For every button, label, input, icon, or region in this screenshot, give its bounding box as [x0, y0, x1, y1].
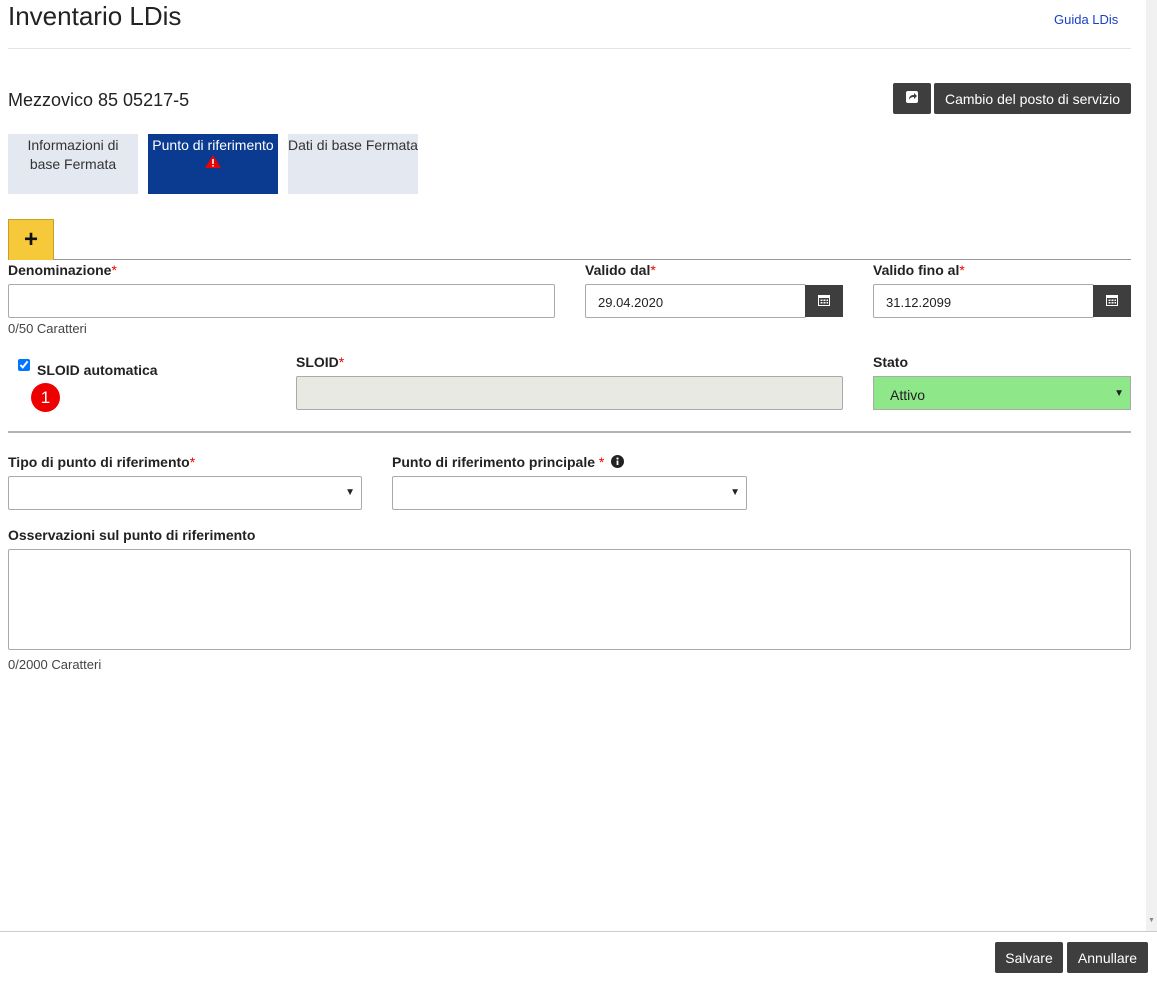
save-button[interactable]: Salvare: [995, 942, 1063, 973]
main-point-label: Punto di riferimento principale *: [392, 454, 625, 471]
type-label: Tipo di punto di riferimento*: [8, 454, 196, 470]
scroll-down-icon: ▼: [1148, 917, 1155, 924]
sloid-input: [296, 376, 843, 410]
sloid-auto-checkbox[interactable]: [18, 359, 30, 371]
chevron-down-icon: ▼: [1114, 388, 1124, 399]
station-name: Mezzovico 85 05217-5: [8, 90, 190, 110]
help-link[interactable]: Guida LDis: [1054, 12, 1118, 27]
valid-from-input[interactable]: 29.04.2020: [585, 284, 806, 318]
cancel-button[interactable]: Annullare: [1067, 942, 1148, 973]
valid-from-label: Valido dal*: [585, 262, 656, 278]
status-value: Attivo: [890, 387, 926, 403]
remarks-counter: 0/2000 Caratteri: [8, 657, 102, 672]
share-button[interactable]: [893, 83, 931, 114]
tab-base-info[interactable]: Informazioni di base Fermata: [8, 134, 138, 194]
warning-icon: [204, 154, 222, 174]
tab-label: Informazioni di base Fermata: [27, 137, 119, 172]
page-title: Inventario LDis: [8, 1, 182, 31]
tab-divider: [54, 259, 1131, 260]
tab-label: Punto di riferimento: [152, 137, 274, 153]
share-icon: [905, 90, 919, 107]
sloid-auto-label: SLOID automatica: [37, 362, 158, 378]
valid-to-input[interactable]: 31.12.2099: [873, 284, 1094, 318]
footer-divider: [0, 931, 1157, 932]
valid-to-calendar-button[interactable]: [1093, 285, 1131, 317]
chevron-down-icon: ▼: [345, 487, 355, 498]
chevron-down-icon: ▼: [730, 487, 740, 498]
calendar-icon: [1106, 293, 1118, 309]
header-divider: [8, 48, 1131, 49]
type-select[interactable]: ▼: [8, 476, 362, 510]
status-label: Stato: [873, 354, 908, 370]
add-button[interactable]: +: [8, 219, 54, 260]
remarks-label: Osservazioni sul punto di riferimento: [8, 527, 256, 543]
status-select[interactable]: Attivo ▼: [873, 376, 1131, 410]
valid-to-label: Valido fino al*: [873, 262, 965, 278]
denominazione-input[interactable]: [8, 284, 555, 318]
scrollbar[interactable]: ▼: [1146, 0, 1157, 931]
sloid-label: SLOID*: [296, 354, 345, 370]
tab-reference-point[interactable]: Punto di riferimento: [148, 134, 278, 194]
remarks-textarea[interactable]: [8, 549, 1131, 650]
main-point-select[interactable]: ▼: [392, 476, 747, 510]
valid-from-calendar-button[interactable]: [805, 285, 843, 317]
tab-stop-base-data[interactable]: Dati di base Fermata: [288, 134, 418, 194]
step-badge: 1: [31, 383, 60, 412]
change-station-button[interactable]: Cambio del posto di servizio: [934, 83, 1131, 114]
info-icon[interactable]: [611, 455, 625, 471]
section-divider: [8, 431, 1131, 433]
denominazione-counter: 0/50 Caratteri: [8, 321, 87, 336]
calendar-icon: [818, 293, 830, 309]
tab-label: Dati di base Fermata: [288, 137, 418, 153]
denominazione-label: Denominazione*: [8, 262, 117, 278]
